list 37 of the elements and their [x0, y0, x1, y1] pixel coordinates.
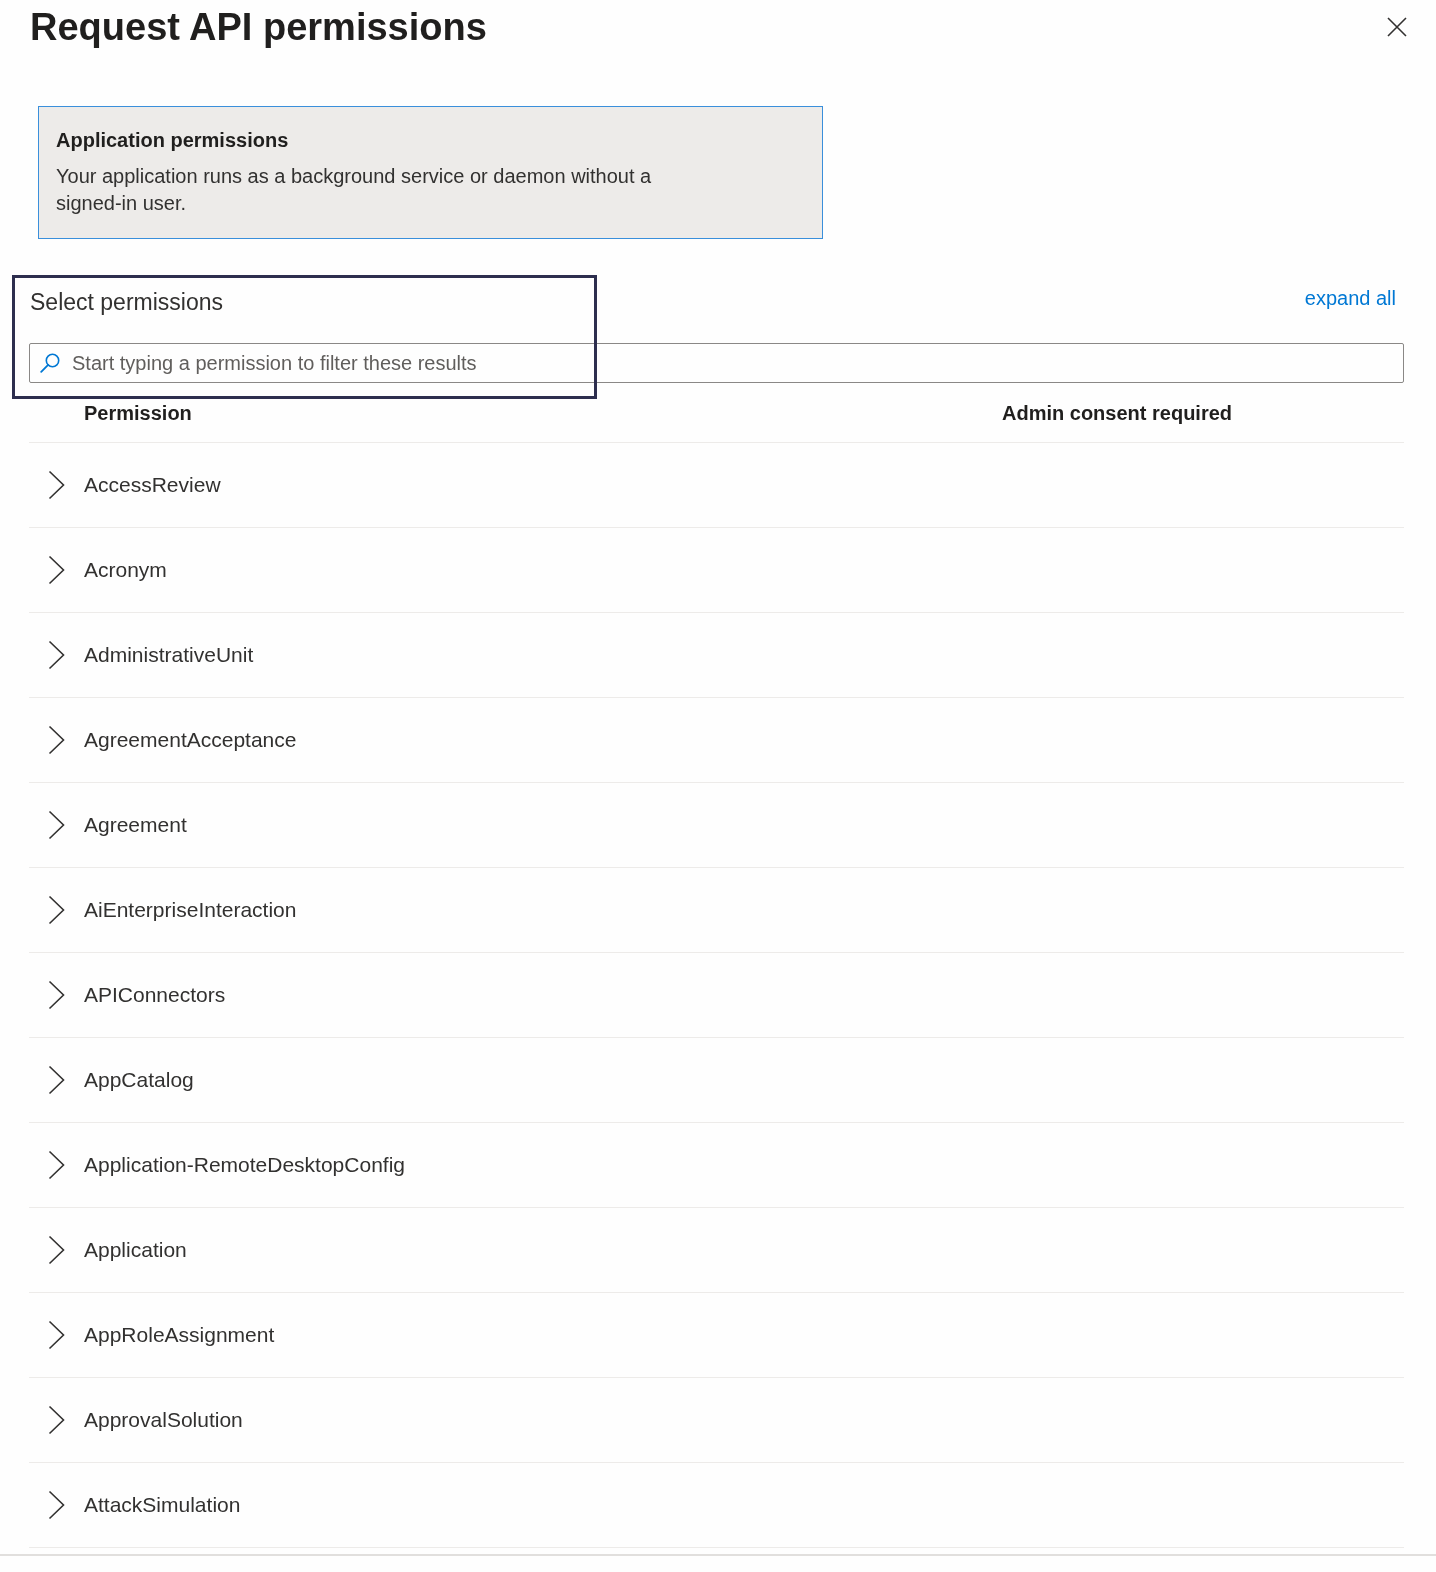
- permission-name[interactable]: Acronym: [84, 556, 167, 584]
- column-header: Admin consent required: [1002, 400, 1233, 426]
- permission-name[interactable]: AppCatalog: [84, 1066, 194, 1094]
- permission-name[interactable]: ApprovalSolution: [84, 1406, 243, 1434]
- chevron-icon[interactable]: [48, 725, 65, 755]
- chevron-icon[interactable]: [48, 1320, 65, 1350]
- permission-name[interactable]: AttackSimulation: [84, 1491, 241, 1519]
- chevron-icon[interactable]: [48, 1490, 65, 1520]
- permission-name[interactable]: Application: [84, 1236, 187, 1264]
- close-icon: [1387, 17, 1407, 37]
- chevron-icon[interactable]: [48, 895, 65, 925]
- chevron-icon[interactable]: [48, 1065, 65, 1095]
- chevron-icon[interactable]: [48, 1235, 65, 1265]
- chevron-icon[interactable]: [48, 1150, 65, 1180]
- card-description: Your application runs as a background service or daemon without a signed-in user.: [56, 164, 653, 216]
- permission-name[interactable]: AdministrativeUnit: [84, 641, 254, 669]
- permission-name[interactable]: APIConnectors: [84, 981, 226, 1009]
- permission-name[interactable]: Agreement: [84, 811, 187, 839]
- chevron-icon[interactable]: [48, 640, 65, 670]
- chevron-icon[interactable]: [48, 980, 65, 1010]
- chevron-icon[interactable]: [48, 1405, 65, 1435]
- column-header: Permission: [84, 400, 192, 426]
- chevron-icon[interactable]: [48, 555, 65, 585]
- permission-name[interactable]: AccessReview: [84, 471, 221, 499]
- permission-name[interactable]: AiEnterpriseInteraction: [84, 896, 297, 924]
- card-title: Application permissions: [56, 128, 290, 153]
- search-field[interactable]: Start typing a permission to filter these results: [29, 343, 1404, 383]
- expand-all-link[interactable]: expand all: [1304, 285, 1396, 311]
- search-icon: [40, 353, 60, 373]
- permission-name[interactable]: Application-RemoteDesktopConfig: [84, 1151, 405, 1179]
- chevron-icon[interactable]: [48, 810, 65, 840]
- section-title: Select permissions: [29, 288, 224, 317]
- permission-name[interactable]: AgreementAcceptance: [84, 726, 297, 754]
- dialog-title: Request API permissions: [30, 5, 487, 50]
- permission-name[interactable]: AppRoleAssignment: [84, 1321, 275, 1349]
- chevron-icon[interactable]: [48, 470, 65, 500]
- permission-type-card[interactable]: Application permissions Your application runs as a background service or daemon without a signed-in user.: [38, 106, 823, 239]
